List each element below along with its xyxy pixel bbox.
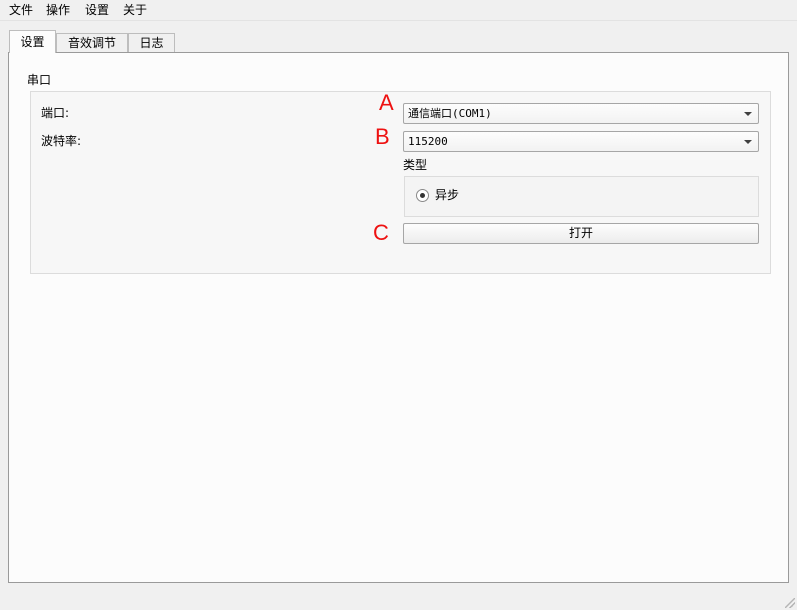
menu-settings[interactable]: 设置 bbox=[85, 2, 109, 18]
tab-settings[interactable]: 设置 bbox=[9, 30, 56, 53]
chevron-down-icon[interactable] bbox=[744, 112, 752, 116]
annotation-marker-b: B bbox=[375, 124, 390, 149]
baud-rate-combobox-value: 115200 bbox=[408, 135, 448, 148]
serial-group-box: 端口: 波特率: 通信端口(COM1) 115200 类型 异步 打开 bbox=[30, 91, 771, 274]
resize-grip-icon[interactable] bbox=[785, 598, 795, 608]
type-group-box: 异步 bbox=[404, 176, 759, 217]
chevron-down-icon[interactable] bbox=[744, 140, 752, 144]
type-label: 类型 bbox=[403, 158, 428, 172]
tab-log[interactable]: 日志 bbox=[128, 33, 175, 52]
serial-group-title: 串口 bbox=[27, 73, 52, 87]
menu-operation[interactable]: 操作 bbox=[46, 2, 70, 18]
tab-audio-adjust[interactable]: 音效调节 bbox=[56, 33, 128, 52]
open-button[interactable]: 打开 bbox=[403, 223, 759, 244]
menu-file[interactable]: 文件 bbox=[9, 2, 33, 18]
port-label: 端口: bbox=[41, 106, 70, 120]
baud-rate-label: 波特率: bbox=[41, 134, 82, 148]
annotation-marker-c: C bbox=[373, 220, 389, 245]
settings-tab-panel: 串口 端口: 波特率: 通信端口(COM1) 115200 类型 异步 打开 bbox=[8, 52, 789, 583]
port-combobox-value: 通信端口(COM1) bbox=[408, 107, 492, 120]
radio-checked-dot-icon bbox=[420, 193, 425, 198]
async-radio-label[interactable]: 异步 bbox=[435, 187, 459, 203]
port-combobox[interactable]: 通信端口(COM1) bbox=[403, 103, 759, 124]
menu-bar: 文件 操作 设置 关于 bbox=[0, 0, 797, 21]
async-radio[interactable] bbox=[416, 189, 429, 202]
annotation-marker-a: A bbox=[379, 90, 394, 115]
menu-about[interactable]: 关于 bbox=[123, 2, 147, 18]
baud-rate-combobox[interactable]: 115200 bbox=[403, 131, 759, 152]
